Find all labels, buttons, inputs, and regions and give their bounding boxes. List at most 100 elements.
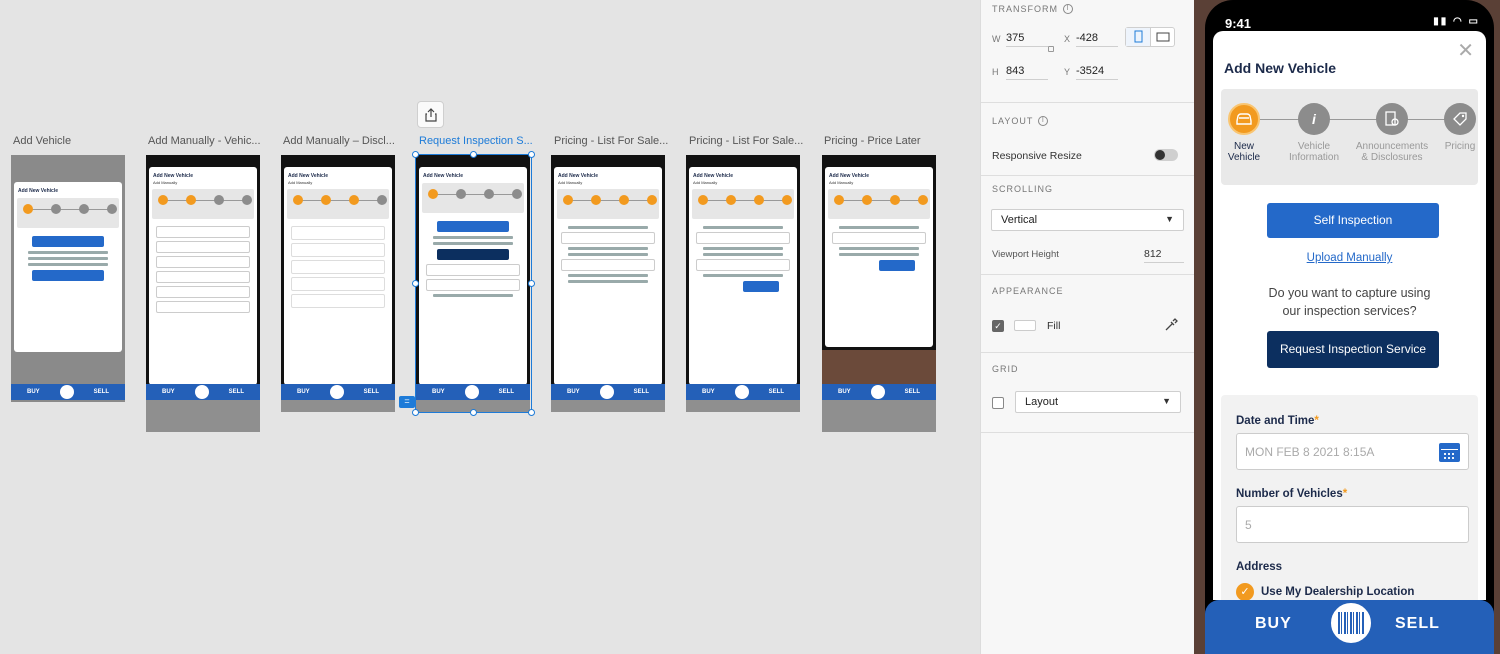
width-label: W [992,34,1001,44]
step-pricing[interactable]: Pricing [1430,103,1486,152]
artboard-thumbnail[interactable]: Add New Vehicle BUY SELL [11,155,125,402]
tab-buy[interactable]: BUY [1255,615,1292,633]
viewport-height-label: Viewport Height [992,249,1059,260]
step-announcements[interactable]: Announcements & Disclosures [1352,103,1432,163]
resize-handle[interactable] [528,151,535,158]
artboard-label[interactable]: Add Manually - Vehic... [148,135,266,147]
step-label: Vehicle [1297,141,1331,152]
transform-title: TRANSFORM [992,4,1058,14]
tab-sell[interactable]: SELL [1395,615,1440,633]
resize-handle[interactable] [412,280,419,287]
scrolling-select-value: Vertical [1001,214,1038,226]
fill-checkbox[interactable]: ✓ [992,320,1004,332]
request-inspection-button[interactable]: Request Inspection Service [1267,331,1439,368]
info-icon: i [1298,103,1330,135]
resize-handle[interactable] [528,280,535,287]
phone-frame: 9:41 ▮▮ ◠ ▭ ✕ Add New Vehicle New Vehicl… [1205,0,1494,654]
step-label: Announcements [1355,141,1429,152]
scrolling-title: SCROLLING [992,184,1054,194]
tab-buy: BUY [296,389,310,395]
artboard-thumbnail[interactable]: Add New Vehicle Add Manually BUY SELL [281,155,395,412]
close-icon[interactable]: ✕ [1457,41,1474,61]
chevron-down-icon: ▼ [1165,214,1174,224]
tab-buy: BUY [26,389,40,395]
grid-type-select[interactable]: Layout ▼ [1015,391,1181,413]
self-inspection-button[interactable]: Self Inspection [1267,203,1439,238]
barcode-scan-button[interactable] [1328,600,1374,646]
step-label: Pricing [1444,141,1476,152]
info-icon[interactable]: i [1063,4,1073,14]
width-field[interactable]: 375 [1006,32,1048,47]
resize-handle[interactable] [412,409,419,416]
info-icon[interactable]: i [1038,116,1049,126]
tab-buy: BUY [161,389,175,395]
responsive-resize-toggle[interactable] [1154,149,1178,161]
x-field[interactable]: -428 [1076,32,1118,47]
chevron-down-icon: ▼ [1162,396,1171,406]
height-field[interactable]: 843 [1006,65,1048,80]
layout-title: LAYOUT [992,116,1034,126]
artboard-thumbnail[interactable]: Add New Vehicle Add Manually BUY SELL [146,155,260,432]
number-of-vehicles-field[interactable]: 5 [1236,506,1469,543]
orientation-toggle[interactable] [1125,27,1175,47]
eyedropper-icon[interactable] [1164,318,1178,335]
calendar-icon[interactable] [1439,443,1460,462]
landscape-icon[interactable] [1151,28,1175,46]
price-tag-icon [1444,103,1476,135]
portrait-icon[interactable] [1126,28,1151,46]
artboard-label[interactable]: Pricing - Price Later [824,135,942,147]
date-time-field[interactable]: MON FEB 8 2021 8:15A [1236,433,1469,470]
car-icon [1228,103,1260,135]
step-label: & Disclosures [1361,152,1423,163]
date-time-label: Date and Time* [1236,415,1319,427]
artboard-label[interactable]: Pricing - List For Sale... [554,135,672,147]
fill-label: Fill [1047,320,1061,332]
x-label: X [1064,34,1071,44]
artboard-thumbnail[interactable]: Add New Vehicle Add Manually BUY SELL [686,155,800,412]
checkmark-icon[interactable]: ✓ [1236,583,1254,600]
prototype-preview: 9:41 ▮▮ ◠ ▭ ✕ Add New Vehicle New Vehicl… [1194,0,1500,654]
resize-handle[interactable] [528,409,535,416]
status-bar: 9:41 ▮▮ ◠ ▭ [1205,0,1494,31]
step-new-vehicle[interactable]: New Vehicle [1214,103,1274,163]
scrolling-section: SCROLLING Vertical ▼ Viewport Height 812 [981,176,1195,275]
tab-buy: BUY [837,389,851,395]
inspection-question-line2: our inspection services? [1282,304,1417,318]
share-button[interactable] [417,101,444,128]
tab-buy: BUY [566,389,580,395]
artboard-label-selected[interactable]: Request Inspection S... [419,135,537,147]
artboard-thumbnail[interactable]: Add New Vehicle Add Manually BUY SELL [822,155,936,432]
step-vehicle-information[interactable]: i Vehicle Information [1284,103,1344,163]
tab-sell: SELL [633,389,649,395]
upload-manually-link[interactable]: Upload Manually [1213,252,1486,264]
height-label: H [992,67,999,77]
artboard-label[interactable]: Pricing - List For Sale... [689,135,807,147]
number-of-vehicles-value: 5 [1245,518,1252,532]
bottom-tab-bar: BUY SELL [1205,600,1494,654]
artboard-label[interactable]: Add Manually – Discl... [283,135,401,147]
viewport-height-field[interactable]: 812 [1144,248,1184,263]
artboard-label[interactable]: Add Vehicle [13,135,131,147]
grid-type-value: Layout [1025,396,1059,408]
tab-sell: SELL [93,389,109,395]
selection-frame [415,154,532,413]
signal-wifi-battery-icon: ▮▮ ◠ ▭ [1433,16,1480,27]
resize-handle[interactable] [470,409,477,416]
property-inspector: TRANSFORM i W 375 X -428 H 843 Y -3524 LA… [980,0,1195,654]
artboard-thumbnail[interactable]: Add New Vehicle Add Manually BUY SELL [551,155,665,412]
status-time: 9:41 [1225,16,1252,31]
appearance-section: APPEARANCE ✓ Fill [981,275,1195,353]
lock-icon[interactable] [1048,46,1054,52]
add-vehicle-sheet: ✕ Add New Vehicle New Vehicle i Vehicle … [1213,31,1486,600]
grid-checkbox[interactable] [992,397,1004,409]
resize-handle[interactable] [412,151,419,158]
date-time-value: MON FEB 8 2021 8:15A [1245,445,1375,459]
fill-color-swatch[interactable] [1014,320,1036,331]
barcode-icon [1338,612,1364,634]
resize-handle[interactable] [470,151,477,158]
design-canvas[interactable]: Add Vehicle Add Manually - Vehic... Add … [0,0,980,654]
scrolling-select[interactable]: Vertical ▼ [991,209,1184,231]
scroll-group-tag[interactable]: = [399,396,415,408]
use-dealership-location-label[interactable]: Use My Dealership Location [1261,586,1414,598]
y-field[interactable]: -3524 [1076,65,1118,80]
